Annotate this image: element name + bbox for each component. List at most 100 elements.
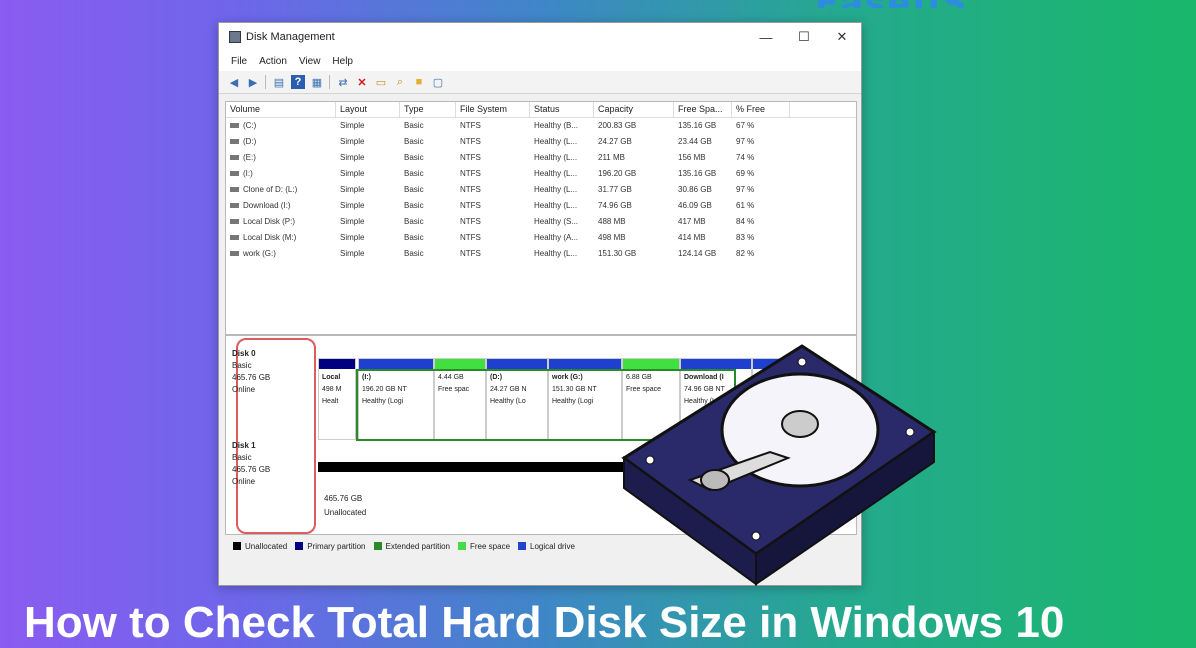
- menu-action[interactable]: Action: [259, 56, 287, 67]
- table-cell-text: Basic: [404, 249, 424, 258]
- table-cell-text: Basic: [404, 169, 424, 178]
- disk-management-icon: [229, 31, 241, 43]
- table-cell-text: 82 %: [736, 249, 755, 258]
- table-cell-text: Basic: [404, 121, 424, 130]
- minimize-button[interactable]: —: [747, 30, 785, 45]
- table-cell-text: Simple: [340, 201, 365, 210]
- table-cell-text: Download (I:): [243, 201, 291, 210]
- table-row[interactable]: (E:) Simple Basic NTFS Healthy (L... 211 MB 15…: [226, 150, 856, 166]
- legend-label: Primary partition: [307, 541, 366, 551]
- col-status[interactable]: Status: [530, 102, 594, 117]
- folder-icon[interactable]: ■: [412, 75, 426, 89]
- disk-0-status: Online: [232, 385, 256, 394]
- properties-icon[interactable]: ▦: [310, 75, 324, 89]
- table-cell: Healthy (L...: [530, 246, 594, 262]
- table-cell-text: Clone of D: (L:): [243, 185, 298, 194]
- table-cell: 83 %: [732, 230, 790, 246]
- disk-0-label[interactable]: Disk 0 Basic 465.76 GB Online: [232, 348, 312, 396]
- table-cell: 417 MB: [674, 214, 732, 230]
- view-icon[interactable]: ▢: [431, 75, 445, 89]
- partition-bar: [549, 359, 621, 369]
- search-icon[interactable]: ⌕: [393, 75, 407, 89]
- table-row[interactable]: work (G:) Simple Basic NTFS Healthy (L... 151…: [226, 246, 856, 262]
- legend-swatch: [373, 542, 382, 550]
- table-cell-text: Healthy (L...: [534, 153, 578, 162]
- table-cell-text: Healthy (L...: [534, 249, 578, 258]
- col-volume[interactable]: Volume: [226, 102, 336, 117]
- table-row[interactable]: Local Disk (P:) Simple Basic NTFS Healthy (S…: [226, 214, 856, 230]
- table-cell: 84 %: [732, 214, 790, 230]
- back-arrow-icon[interactable]: ◀: [227, 75, 241, 89]
- legend-label: Free space: [470, 541, 511, 551]
- table-cell: 30.86 GB: [674, 182, 732, 198]
- volume-table-header: Volume Layout Type File System Status Ca…: [226, 102, 856, 118]
- brand-logo: EaseUS: [815, 0, 1085, 8]
- menu-view[interactable]: View: [299, 56, 321, 67]
- table-row[interactable]: Local Disk (M:) Simple Basic NTFS Healthy (A…: [226, 230, 856, 246]
- partition-status: Healt: [322, 398, 339, 405]
- table-cell: NTFS: [456, 150, 530, 166]
- table-cell: NTFS: [456, 214, 530, 230]
- maximize-button[interactable]: ☐: [785, 29, 823, 45]
- hdd-screw: [751, 531, 761, 541]
- col-capacity[interactable]: Capacity: [594, 102, 674, 117]
- delete-icon[interactable]: ✕: [355, 75, 369, 89]
- table-cell: 46.09 GB: [674, 198, 732, 214]
- table-cell: Healthy (B...: [530, 118, 594, 134]
- col-percent-free[interactable]: % Free: [732, 102, 790, 117]
- menu-file[interactable]: File: [231, 56, 247, 67]
- table-cell-text: 135.16 GB: [678, 169, 717, 178]
- menu-help[interactable]: Help: [332, 56, 353, 67]
- col-type[interactable]: Type: [400, 102, 456, 117]
- table-row[interactable]: (D:) Simple Basic NTFS Healthy (L... 24.27 GB…: [226, 134, 856, 150]
- disk-1-label[interactable]: Disk 1 Basic 465.76 GB Online: [232, 440, 312, 488]
- volume-icon: [230, 235, 239, 241]
- console-tree-icon[interactable]: ▤: [272, 75, 286, 89]
- volume-icon: [230, 171, 239, 177]
- table-cell: Healthy (L...: [530, 182, 594, 198]
- table-cell-text: NTFS: [460, 153, 481, 162]
- partition-local[interactable]: Local 498 M Healt: [318, 358, 356, 440]
- partition-bar: [487, 359, 547, 369]
- table-row[interactable]: (I:) Simple Basic NTFS Healthy (L... 196.20 G…: [226, 166, 856, 182]
- volume-icon: [230, 187, 239, 193]
- partition-d[interactable]: (D:) 24.27 GB N Healthy (Lo: [486, 358, 548, 440]
- partition-free-1[interactable]: 4.44 GB Free spac: [434, 358, 486, 440]
- table-cell-text: 211 MB: [598, 153, 625, 162]
- checklist-icon[interactable]: ▭: [374, 75, 388, 89]
- legend-label: Extended partition: [385, 541, 451, 551]
- legend-extended: Extended partition: [373, 541, 451, 551]
- table-cell: 200.83 GB: [594, 118, 674, 134]
- help-icon[interactable]: ?: [291, 75, 305, 89]
- connect-icon[interactable]: ⇄: [336, 75, 350, 89]
- table-cell-text: 97 %: [736, 137, 755, 146]
- partition-work-g[interactable]: work (G:) 151.30 GB NT Healthy (Logi: [548, 358, 622, 440]
- partition-status: Healthy (Lo: [490, 398, 526, 405]
- col-layout[interactable]: Layout: [336, 102, 400, 117]
- close-button[interactable]: ✕: [823, 29, 861, 45]
- legend-label: Unallocated: [245, 541, 288, 551]
- volume-icon: [230, 251, 239, 257]
- hdd-actuator-pivot: [700, 469, 730, 491]
- partition-size: 498 M: [322, 386, 342, 393]
- table-cell-text: 156 MB: [678, 153, 706, 162]
- col-free-space[interactable]: Free Spa...: [674, 102, 732, 117]
- table-cell-text: 23.44 GB: [678, 137, 712, 146]
- forward-arrow-icon[interactable]: ▶: [246, 75, 260, 89]
- table-cell-text: Simple: [340, 233, 365, 242]
- table-cell-text: Simple: [340, 217, 365, 226]
- table-cell: Local Disk (M:): [226, 230, 336, 246]
- hdd-screw: [645, 455, 655, 465]
- table-cell: NTFS: [456, 230, 530, 246]
- table-cell-text: 69 %: [736, 169, 755, 178]
- table-row[interactable]: Download (I:) Simple Basic NTFS Healthy (L..…: [226, 198, 856, 214]
- table-row[interactable]: Clone of D: (L:) Simple Basic NTFS Healthy (…: [226, 182, 856, 198]
- table-cell-text: 67 %: [736, 121, 755, 130]
- legend-label: Logical drive: [530, 541, 575, 551]
- table-cell-text: 84 %: [736, 217, 755, 226]
- table-cell: 24.27 GB: [594, 134, 674, 150]
- partition-i[interactable]: (I:) 196.20 GB NT Healthy (Logi: [358, 358, 434, 440]
- table-row[interactable]: (C:) Simple Basic NTFS Healthy (B... 200.83 G…: [226, 118, 856, 134]
- table-cell: Simple: [336, 118, 400, 134]
- col-file-system[interactable]: File System: [456, 102, 530, 117]
